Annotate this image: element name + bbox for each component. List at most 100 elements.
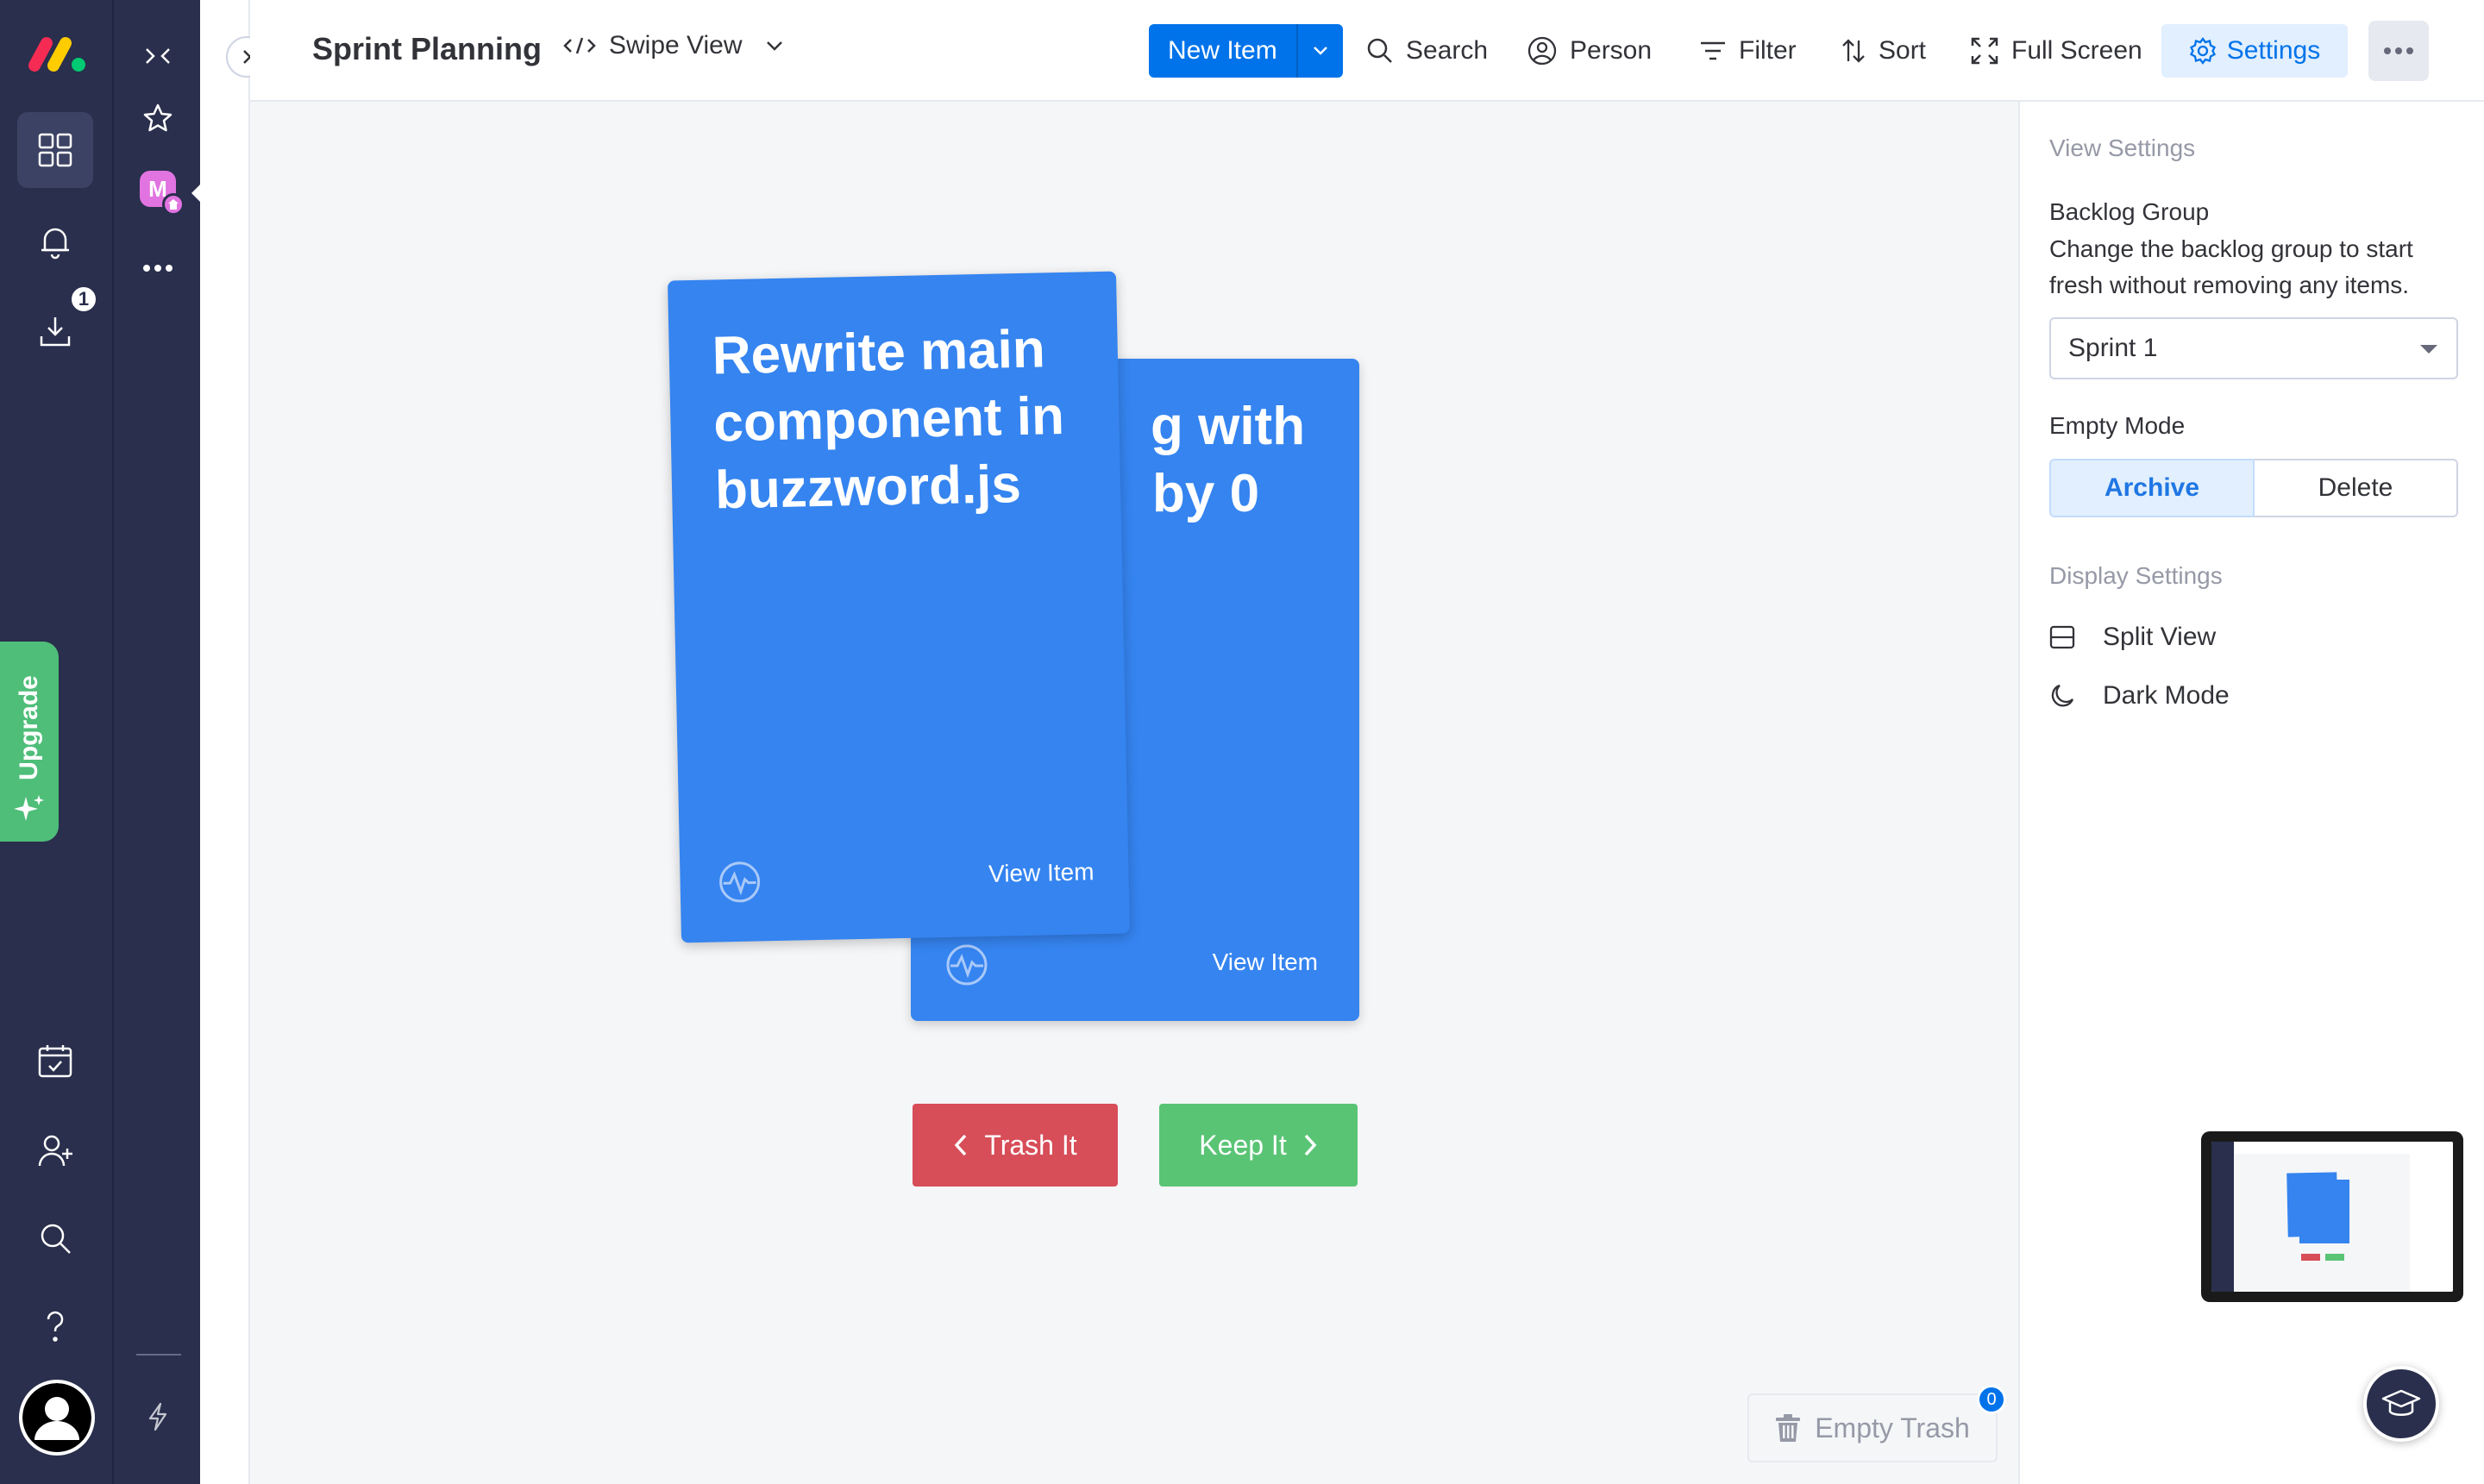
pulse-icon	[945, 943, 988, 986]
brand-logo[interactable]	[26, 33, 88, 76]
full-screen-button[interactable]: Full Screen	[1970, 26, 2142, 76]
left-navigation-rail: 1 Upgrade	[0, 0, 112, 1484]
empty-mode-delete-option[interactable]: Delete	[2255, 459, 2458, 517]
user-avatar[interactable]	[19, 1380, 95, 1456]
split-view-label: Split View	[2103, 623, 2217, 651]
home-badge	[162, 193, 185, 216]
star-icon	[142, 103, 173, 134]
display-settings-title: Display Settings	[2049, 562, 2223, 589]
new-item-split-button: New Item	[1149, 24, 1343, 78]
search-icon	[1366, 37, 1394, 65]
lightning-icon	[145, 1402, 171, 1431]
board-list-collapsed-column	[200, 0, 250, 1484]
view-name: Swipe View	[609, 31, 743, 59]
preview-screen	[2211, 1142, 2453, 1292]
rail-divider	[136, 1354, 181, 1356]
more-workspaces-button[interactable]	[131, 241, 185, 295]
code-icon	[562, 35, 597, 56]
learning-center-button[interactable]	[2363, 1366, 2439, 1442]
upgrade-button[interactable]: Upgrade	[0, 642, 59, 842]
dark-mode-label: Dark Mode	[2103, 681, 2230, 710]
chevron-right-icon	[1302, 1133, 1318, 1157]
workspace-rail: M	[112, 0, 204, 1484]
gear-icon	[2189, 37, 2217, 65]
graduation-cap-icon	[2381, 1387, 2421, 1421]
more-options-button[interactable]	[2368, 21, 2429, 81]
person-label: Person	[1570, 36, 1653, 65]
backlog-group-select[interactable]: Sprint 1	[2049, 317, 2458, 379]
favorites-button[interactable]	[131, 91, 185, 145]
more-dots-icon	[142, 264, 173, 272]
moon-icon	[2049, 683, 2075, 709]
more-dots-icon	[2383, 47, 2414, 55]
keep-it-button[interactable]: Keep It	[1159, 1104, 1358, 1187]
backlog-group-label: Backlog Group	[2049, 198, 2210, 225]
keep-it-label: Keep It	[1199, 1129, 1287, 1161]
inbox-download-icon	[36, 312, 74, 350]
dark-mode-option[interactable]: Dark Mode	[2049, 681, 2230, 711]
help-button[interactable]	[17, 1288, 93, 1364]
trash-can-icon	[1775, 1413, 1801, 1443]
view-selector[interactable]: Swipe View	[562, 31, 784, 60]
trash-it-button[interactable]: Trash It	[913, 1104, 1118, 1187]
search-label: Search	[1406, 36, 1489, 65]
search-icon	[36, 1219, 74, 1257]
empty-mode-toggle: Archive Delete	[2049, 459, 2458, 517]
sparkle-icon	[14, 793, 45, 824]
search-button[interactable]: Search	[1366, 26, 1488, 76]
dropdown-caret-icon	[2420, 345, 2437, 354]
new-item-button[interactable]: New Item	[1149, 24, 1296, 78]
pulse-icon	[718, 860, 762, 904]
view-settings-title: View Settings	[2049, 135, 2196, 161]
collapse-rail-button[interactable]	[131, 29, 185, 83]
expand-arrows-icon	[1970, 36, 1999, 66]
split-view-icon	[2049, 624, 2075, 650]
screen-preview-thumbnail[interactable]	[2201, 1131, 2463, 1302]
view-item-link[interactable]: View Item	[988, 858, 1095, 888]
workspaces-nav-button[interactable]	[17, 112, 93, 188]
chevron-down-icon	[765, 40, 784, 52]
notifications-button[interactable]	[17, 204, 93, 279]
filter-label: Filter	[1739, 36, 1797, 65]
inbox-count-badge: 1	[69, 285, 98, 314]
filter-icon	[1699, 39, 1727, 63]
user-silhouette-icon	[22, 1383, 91, 1452]
full-screen-label: Full Screen	[2011, 36, 2142, 65]
backlog-group-description: Change the backlog group to start fresh …	[2049, 235, 2413, 298]
split-view-option[interactable]: Split View	[2049, 623, 2216, 652]
filter-button[interactable]: Filter	[1699, 26, 1797, 76]
invite-members-button[interactable]	[17, 1112, 93, 1188]
empty-trash-button[interactable]: Empty Trash	[1747, 1393, 1998, 1462]
upgrade-label: Upgrade	[15, 675, 43, 780]
sort-button[interactable]: Sort	[1841, 26, 1926, 76]
question-mark-icon	[36, 1307, 74, 1345]
add-user-icon	[36, 1131, 74, 1169]
empty-mode-archive-option[interactable]: Archive	[2049, 459, 2255, 517]
board-title[interactable]: Sprint Planning	[312, 31, 542, 67]
global-search-button[interactable]	[17, 1200, 93, 1276]
trash-it-label: Trash It	[984, 1129, 1077, 1161]
person-filter-button[interactable]: Person	[1527, 26, 1652, 76]
my-work-button[interactable]	[17, 1023, 93, 1099]
trash-count-badge: 0	[1977, 1385, 2006, 1414]
grid-icon	[36, 131, 74, 169]
person-circle-icon	[1527, 35, 1558, 66]
home-icon	[167, 198, 179, 210]
new-item-dropdown-button[interactable]	[1295, 24, 1343, 78]
swipe-card-current[interactable]: Rewrite main component in buzzword.js Vi…	[668, 271, 1130, 943]
chevron-down-icon	[1312, 46, 1329, 56]
empty-trash-label: Empty Trash	[1815, 1412, 1970, 1443]
empty-mode-label: Empty Mode	[2049, 412, 2186, 439]
view-item-link[interactable]: View Item	[1213, 949, 1318, 976]
calendar-check-icon	[36, 1042, 74, 1080]
sort-icon	[1841, 37, 1866, 65]
settings-label: Settings	[2226, 36, 2321, 65]
collapse-arrows-icon	[143, 41, 172, 71]
chevron-left-icon	[953, 1133, 969, 1157]
sort-label: Sort	[1879, 36, 1927, 65]
settings-button[interactable]: Settings	[2161, 24, 2348, 78]
card-title: Rewrite main component in buzzword.js	[712, 319, 1065, 521]
backlog-group-value: Sprint 1	[2068, 334, 2158, 362]
automations-button[interactable]	[131, 1390, 185, 1443]
bell-icon	[36, 222, 74, 260]
